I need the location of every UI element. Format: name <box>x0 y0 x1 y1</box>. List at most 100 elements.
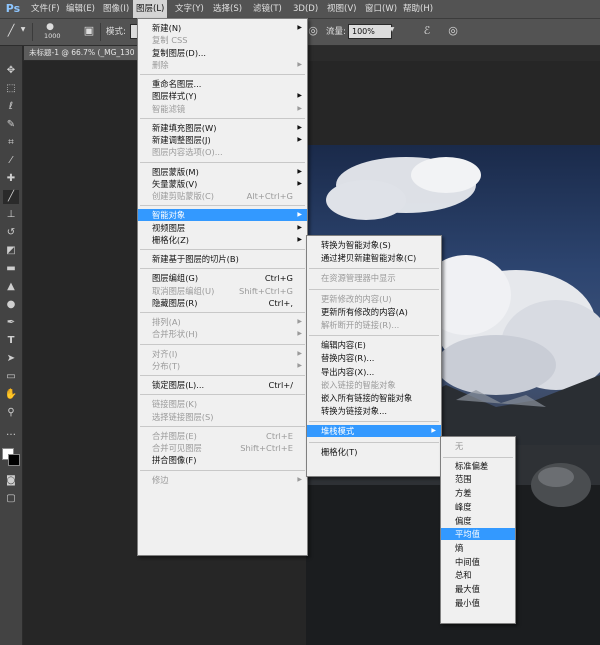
menu-help[interactable]: 帮助(H) <box>400 0 436 18</box>
layer-menu-item[interactable]: 图层蒙版(M) ▶ <box>138 166 307 178</box>
brush-tool-icon[interactable]: ╱ <box>4 24 18 37</box>
stack-mode-menu-item[interactable]: 偏度 <box>441 515 515 527</box>
menu-divider <box>309 288 439 290</box>
flow-dropdown-icon[interactable]: ▼ <box>388 26 396 33</box>
layer-menu-item: 创建剪贴蒙版(C) Alt+Ctrl+G <box>138 190 307 202</box>
layer-menu-item[interactable]: 复制图层(D)... <box>138 47 307 59</box>
flow-input[interactable]: 100% <box>348 24 392 39</box>
menu-divider <box>140 343 305 345</box>
zoom-tool-icon[interactable]: ⚲ <box>3 406 19 420</box>
brush-tool-icon[interactable]: ╱ <box>3 190 19 204</box>
stack-mode-menu-item-label: 熵 <box>455 542 464 553</box>
airbrush-icon[interactable]: ℰ <box>420 24 434 37</box>
menu-divider <box>140 312 305 313</box>
layer-menu-item[interactable]: 新建基于图层的切片(B) <box>138 253 307 265</box>
layer-menu-item-label: 图层编组(G) <box>152 273 199 284</box>
layer-menu-item-label: 新建(N) <box>152 23 182 33</box>
stack-mode-menu-item[interactable]: 方差 <box>441 487 515 499</box>
pressure-size-icon[interactable]: ◎ <box>446 24 460 37</box>
pressure-opacity-icon[interactable]: ◎ <box>306 24 320 37</box>
tool-preset-dropdown-icon[interactable]: ▼ <box>19 26 27 33</box>
menu-window[interactable]: 窗口(W) <box>362 0 400 18</box>
stack-mode-menu-item[interactable]: 最小值 <box>441 597 515 609</box>
smart-object-menu-item[interactable]: 替换内容(R)... <box>307 352 441 364</box>
smart-object-menu-item-label: 通过拷贝新建智能对象(C) <box>321 253 417 264</box>
pen-tool-icon[interactable]: ✒ <box>3 316 19 330</box>
smart-object-menu-item[interactable]: 转换为智能对象(S) <box>307 239 441 251</box>
smart-object-menu-item[interactable]: 嵌入所有链接的智能对象 <box>307 392 441 404</box>
menu-image[interactable]: 图像(I) <box>100 0 132 18</box>
stamp-tool-icon[interactable]: ⊥ <box>3 208 19 222</box>
smart-object-menu-item[interactable]: 编辑内容(E) <box>307 339 441 351</box>
smart-object-menu-item[interactable]: 通过拷贝新建智能对象(C) <box>307 252 441 264</box>
menu-divider <box>140 205 305 207</box>
menu-3d[interactable]: 3D(D) <box>290 0 321 18</box>
menu-view[interactable]: 视图(V) <box>324 0 359 18</box>
lasso-tool-icon[interactable]: ℓ <box>3 100 19 114</box>
stack-mode-menu-item[interactable]: 最大值 <box>441 583 515 595</box>
document-tab[interactable]: 未标题-1 @ 66.7% (_MG_130 <box>24 46 155 60</box>
stack-mode-menu-item[interactable]: 平均值 <box>441 528 515 541</box>
stack-mode-menu-item[interactable]: 熵 <box>441 542 515 554</box>
submenu-arrow-icon: ▶ <box>297 330 302 338</box>
smart-object-menu-item[interactable]: 更新所有修改的内容(A) <box>307 306 441 318</box>
quick-select-tool-icon[interactable]: ✎ <box>3 118 19 132</box>
smart-object-menu-item[interactable]: 导出内容(X)... <box>307 366 441 378</box>
layer-menu-item[interactable]: 图层编组(G) Ctrl+G <box>138 272 307 284</box>
brush-panel-icon[interactable]: ▣ <box>82 24 96 37</box>
layer-menu-item[interactable]: 栅格化(Z) ▶ <box>138 234 307 246</box>
menu-select[interactable]: 选择(S) <box>210 0 245 18</box>
quick-mask-icon[interactable]: ◙ <box>3 474 19 488</box>
layer-menu-item[interactable]: 视频图层 ▶ <box>138 222 307 234</box>
path-select-tool-icon[interactable]: ➤ <box>3 352 19 366</box>
layer-menu-item[interactable]: 拼合图像(F) <box>138 454 307 466</box>
hand-tool-icon[interactable]: ✋ <box>3 388 19 402</box>
move-tool-icon[interactable]: ✥ <box>3 64 19 78</box>
smart-object-menu-item[interactable]: 转换为链接对象... <box>307 405 441 417</box>
marquee-tool-icon[interactable]: ⬚ <box>3 82 19 96</box>
stack-mode-menu-item[interactable]: 标准偏差 <box>441 460 515 472</box>
layer-menu-item: 合并可见图层 Shift+Ctrl+E <box>138 442 307 454</box>
more-tools-icon[interactable]: … <box>3 426 19 440</box>
layer-menu-item[interactable]: 重命名图层... <box>138 78 307 90</box>
menu-filter[interactable]: 滤镜(T) <box>250 0 285 18</box>
smart-object-menu-item[interactable]: 栅格化(T) <box>307 446 441 458</box>
history-brush-tool-icon[interactable]: ↺ <box>3 226 19 240</box>
layer-menu-item[interactable]: 新建填充图层(W) ▶ <box>138 122 307 134</box>
screen-mode-icon[interactable]: ▢ <box>3 492 19 506</box>
menu-divider <box>140 375 305 376</box>
crop-tool-icon[interactable]: ⌗ <box>3 136 19 150</box>
layer-menu-item[interactable]: 矢量蒙版(V) ▶ <box>138 178 307 190</box>
layer-menu-item[interactable]: 新建(N) ▶ <box>138 22 307 34</box>
layer-menu-item[interactable]: 智能对象 ▶ <box>138 209 307 222</box>
menu-layer[interactable]: 图层(L) <box>133 0 168 18</box>
submenu-arrow-icon: ▶ <box>297 318 302 325</box>
stack-mode-menu-item[interactable]: 范围 <box>441 473 515 485</box>
menu-file[interactable]: 文件(F) <box>28 0 63 18</box>
layer-menu-item[interactable]: 隐藏图层(R) Ctrl+, <box>138 297 307 309</box>
layer-menu-item[interactable]: 锁定图层(L)... Ctrl+/ <box>138 379 307 391</box>
eraser-tool-icon[interactable]: ◩ <box>3 244 19 258</box>
layer-menu-item-label: 创建剪贴蒙版(C) <box>152 191 215 201</box>
menu-type[interactable]: 文字(Y) <box>172 0 207 18</box>
brush-size-value[interactable]: 1000 <box>44 32 61 40</box>
stack-mode-menu-item[interactable]: 峰度 <box>441 501 515 513</box>
dodge-tool-icon[interactable]: ● <box>3 298 19 312</box>
layer-menu-item[interactable]: 新建调整图层(J) ▶ <box>138 134 307 146</box>
stack-mode-menu-item[interactable]: 中间值 <box>441 556 515 568</box>
menu-edit[interactable]: 编辑(E) <box>63 0 98 18</box>
eyedropper-tool-icon[interactable]: ⁄ <box>3 154 19 168</box>
smart-object-menu-item[interactable]: 堆栈模式 ▶ <box>307 425 441 438</box>
submenu-arrow-icon: ▶ <box>297 211 302 219</box>
shape-tool-icon[interactable]: ▭ <box>3 370 19 384</box>
photoshop-logo: Ps <box>5 2 21 15</box>
background-color-swatch[interactable] <box>8 454 20 466</box>
gradient-tool-icon[interactable]: ▬ <box>3 262 19 276</box>
type-tool-icon[interactable]: T <box>3 334 19 348</box>
submenu-arrow-icon: ▶ <box>297 24 302 31</box>
layer-menu-item[interactable]: 图层样式(Y) ▶ <box>138 90 307 102</box>
stack-mode-menu-item[interactable]: 总和 <box>441 569 515 581</box>
blur-tool-icon[interactable]: ▲ <box>3 280 19 294</box>
brush-preview-icon[interactable]: ● <box>44 22 56 32</box>
healing-tool-icon[interactable]: ✚ <box>3 172 19 186</box>
